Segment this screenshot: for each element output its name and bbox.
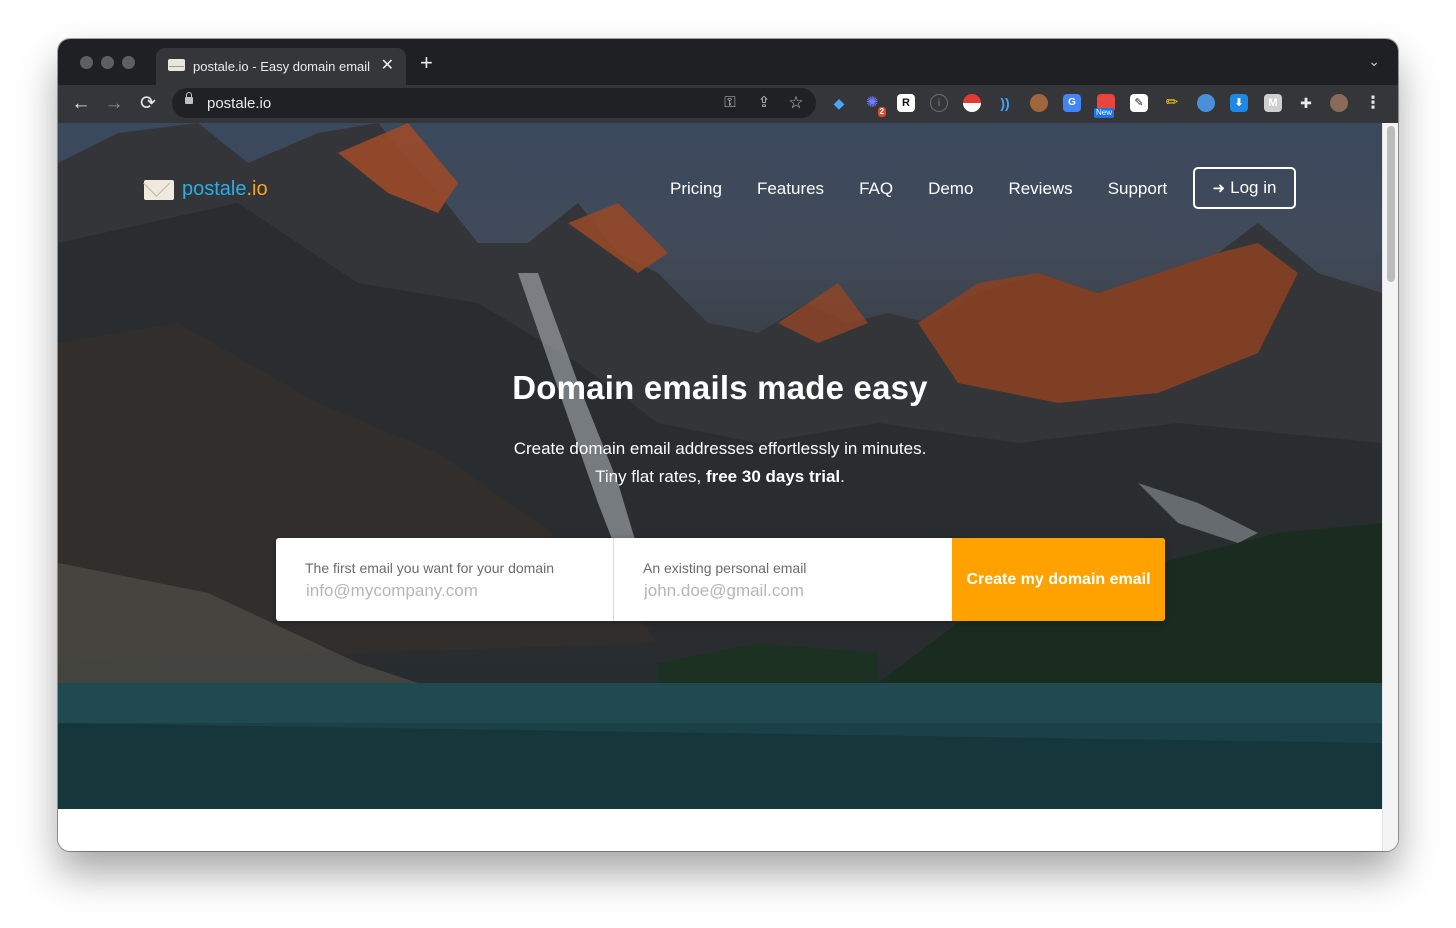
- close-window-button[interactable]: [80, 56, 93, 69]
- gear-extension-icon[interactable]: ✺ 2: [863, 94, 886, 117]
- back-button[interactable]: ←: [69, 92, 93, 116]
- main-nav: Pricing Features FAQ Demo Reviews Suppor…: [670, 179, 1202, 199]
- tab-strip: postale.io - Easy domain email ✕ + ⌄: [58, 39, 1398, 85]
- pen-square-extension-icon[interactable]: ✎: [1130, 94, 1148, 112]
- browser-toolbar: ← → ⟳ postale.io ⚿ ⇪ ☆ ◆ ✺ 2 R i )) G New…: [58, 85, 1398, 123]
- tab-search-chevron-icon[interactable]: ⌄: [1368, 53, 1380, 70]
- address-bar[interactable]: postale.io ⚿ ⇪ ☆: [172, 88, 816, 118]
- hero-subtitle-line1: Create domain email addresses effortless…: [513, 439, 927, 458]
- tab-close-icon[interactable]: ✕: [381, 55, 394, 75]
- login-label: Log in: [1230, 178, 1277, 197]
- window-controls[interactable]: [80, 56, 135, 69]
- hero-subtitle-line2: Tiny flat rates, free 30 days trial.: [58, 463, 1382, 491]
- diamond-extension-icon[interactable]: ◆: [830, 94, 848, 112]
- nav-link-faq[interactable]: FAQ: [859, 179, 893, 199]
- site-logo[interactable]: postale .io: [144, 178, 268, 201]
- compass-extension-icon[interactable]: [1197, 94, 1215, 112]
- logo-brand: postale: [182, 178, 247, 200]
- subtitle-bold: free 30 days trial: [705, 467, 841, 486]
- new-badge: New: [1094, 108, 1115, 118]
- translate-extension-icon[interactable]: G: [1063, 94, 1081, 112]
- sound-wave-extension-icon[interactable]: )): [996, 94, 1014, 112]
- create-domain-email-button[interactable]: Create my domain email: [952, 538, 1165, 621]
- minimize-window-button[interactable]: [101, 56, 114, 69]
- forward-button[interactable]: →: [102, 92, 126, 116]
- login-button[interactable]: ➜ Log in: [1193, 167, 1296, 209]
- personal-email-field[interactable]: An existing personal email: [614, 538, 952, 621]
- address-url[interactable]: postale.io: [207, 95, 271, 112]
- nav-link-support[interactable]: Support: [1108, 179, 1168, 199]
- maximize-window-button[interactable]: [122, 56, 135, 69]
- logo-tld: .io: [246, 178, 268, 200]
- tab-title: postale.io - Easy domain email: [193, 59, 371, 74]
- bookmark-star-icon[interactable]: ☆: [786, 93, 806, 113]
- personal-email-label: An existing personal email: [643, 560, 807, 576]
- subtitle-prefix: Tiny flat rates,: [595, 467, 706, 486]
- reload-button[interactable]: ⟳: [136, 92, 160, 116]
- m-extension-icon[interactable]: M: [1264, 94, 1282, 112]
- hero-subtitle: Create domain email addresses effortless…: [58, 435, 1382, 491]
- share-icon[interactable]: ⇪: [754, 93, 774, 113]
- signup-form: The first email you want for your domain…: [276, 538, 1165, 621]
- browser-tab[interactable]: postale.io - Easy domain email ✕: [156, 48, 406, 85]
- r-extension-icon[interactable]: R: [897, 94, 915, 112]
- monkey-extension-icon[interactable]: [1030, 94, 1048, 112]
- page-scrollbar[interactable]: [1382, 123, 1398, 851]
- sign-in-icon: ➜: [1212, 180, 1226, 197]
- envelope-favicon-icon: [168, 59, 185, 71]
- highlighter-extension-icon[interactable]: ✏: [1163, 94, 1181, 112]
- envelope-logo-icon: [144, 179, 174, 200]
- new-tab-button[interactable]: +: [420, 52, 433, 74]
- key-icon[interactable]: ⚿: [720, 93, 740, 113]
- scrollbar-thumb[interactable]: [1387, 126, 1395, 282]
- nav-link-demo[interactable]: Demo: [928, 179, 973, 199]
- pokeball-extension-icon[interactable]: [963, 94, 981, 112]
- domain-email-input[interactable]: [306, 581, 586, 601]
- personal-email-input[interactable]: [644, 581, 924, 601]
- info-extension-icon[interactable]: i: [930, 94, 948, 112]
- lock-icon: [185, 92, 193, 104]
- nav-link-features[interactable]: Features: [757, 179, 824, 199]
- download-extension-icon[interactable]: ⬇: [1230, 94, 1248, 112]
- hero-headline: Domain emails made easy: [512, 369, 928, 406]
- nav-link-reviews[interactable]: Reviews: [1008, 179, 1072, 199]
- puzzle-extensions-icon[interactable]: ✚: [1297, 94, 1315, 112]
- subtitle-suffix: .: [840, 467, 845, 486]
- menu-icon[interactable]: ⋮: [1364, 94, 1382, 112]
- rainbow-extension-icon[interactable]: New: [1094, 94, 1115, 118]
- browser-window: postale.io - Easy domain email ✕ + ⌄ ← →…: [58, 39, 1398, 851]
- profile-avatar[interactable]: [1330, 94, 1348, 112]
- domain-email-field[interactable]: The first email you want for your domain: [276, 538, 614, 621]
- extension-badge: 2: [877, 107, 886, 117]
- nav-link-pricing[interactable]: Pricing: [670, 179, 722, 199]
- domain-email-label: The first email you want for your domain: [305, 560, 554, 576]
- web-page: postale .io Pricing Features FAQ Demo Rev…: [58, 123, 1398, 851]
- hero-section: postale .io Pricing Features FAQ Demo Rev…: [58, 123, 1382, 809]
